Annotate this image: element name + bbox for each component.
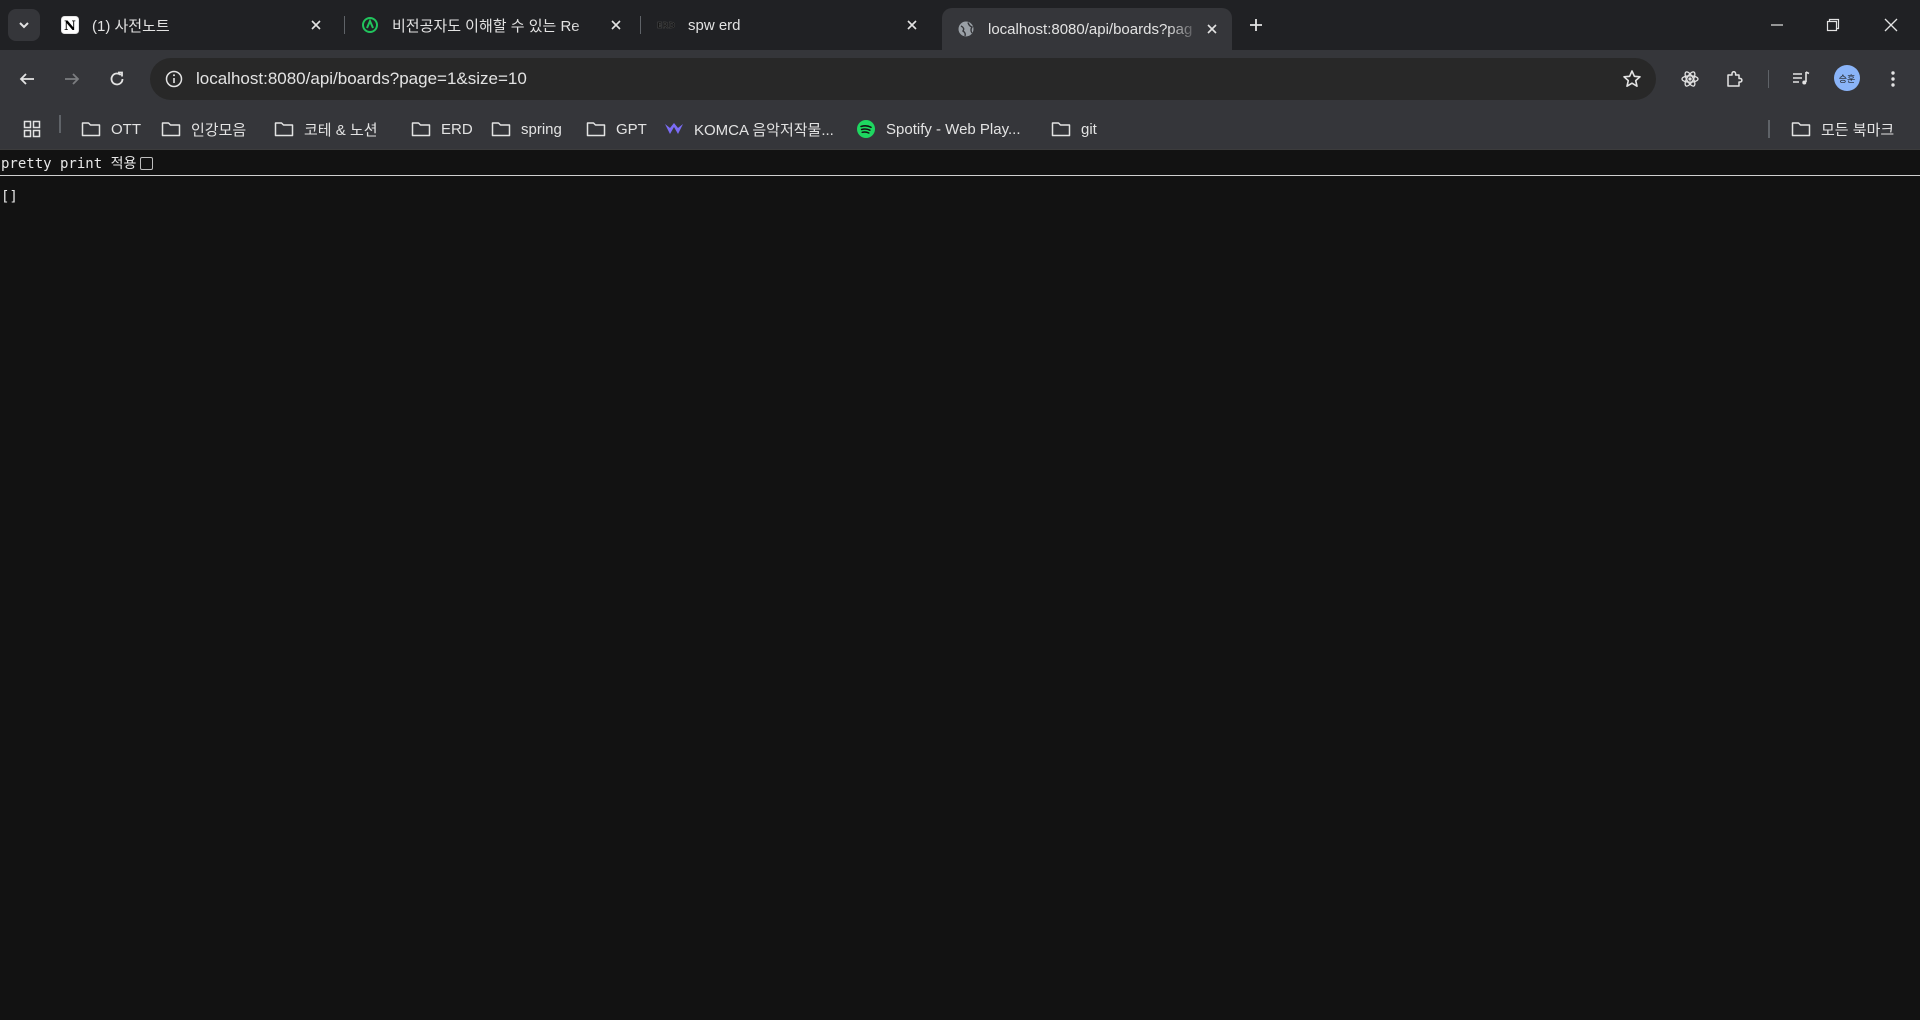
bookmark-label: GPT <box>616 120 647 138</box>
tab-spw-erd[interactable]: ERD spw erd <box>642 8 932 42</box>
toolbar: localhost:8080/api/boards?page=1&size=10… <box>0 50 1920 108</box>
tab-strip: N (1) 사전노트 비전공자도 이해할 수 있는 Re ERD spw erd <box>0 0 1920 50</box>
bookmark-label: 인강모음 <box>191 121 247 139</box>
folder-icon <box>161 119 181 139</box>
folder-icon <box>586 119 606 139</box>
tab-search-button[interactable] <box>8 9 40 41</box>
tab-separator <box>640 16 641 34</box>
window-close-button[interactable] <box>1868 0 1914 50</box>
extensions-button[interactable] <box>1719 63 1751 95</box>
tab-notion[interactable]: N (1) 사전노트 <box>46 8 336 42</box>
chevron-down-icon <box>19 22 29 29</box>
media-queue-icon <box>1793 71 1810 85</box>
bookmark-label: git <box>1081 120 1097 138</box>
tab-title: spw erd <box>688 16 741 34</box>
bookmark-folder-erd[interactable]: ERD <box>411 115 473 143</box>
reload-icon <box>110 71 124 86</box>
browser-window: N (1) 사전노트 비전공자도 이해할 수 있는 Re ERD spw erd <box>0 0 1920 1020</box>
folder-icon <box>274 119 294 139</box>
more-vertical-icon <box>1891 71 1895 87</box>
bookmark-label: Spotify - Web Play... <box>886 120 1021 138</box>
bookmark-label: 모든 북마크 <box>1821 121 1895 139</box>
bookmark-label: spring <box>521 120 562 138</box>
minimize-button[interactable] <box>1754 0 1800 50</box>
pretty-print-checkbox[interactable] <box>140 156 154 170</box>
bookmark-folder-ott[interactable]: OTT <box>81 115 141 143</box>
globe-icon <box>956 19 976 39</box>
close-icon[interactable] <box>900 13 924 37</box>
profile-avatar[interactable]: 승훈 <box>1834 65 1860 91</box>
arrow-right-icon <box>65 73 80 85</box>
address-bar[interactable]: localhost:8080/api/boards?page=1&size=10 <box>150 58 1656 100</box>
page-content: pretty print 적용 [] <box>0 151 1920 1020</box>
tab-react-article[interactable]: 비전공자도 이해할 수 있는 Re <box>346 8 636 42</box>
apps-grid-icon <box>22 119 42 139</box>
apps-button[interactable] <box>22 115 52 143</box>
restore-button[interactable] <box>1810 0 1856 50</box>
bookmark-star-icon[interactable] <box>1616 63 1648 95</box>
all-bookmarks-folder[interactable]: 모든 북마크 <box>1791 115 1894 143</box>
react-devtools-button[interactable] <box>1674 63 1706 95</box>
tab-title: 비전공자도 이해할 수 있는 Re <box>392 17 580 35</box>
close-icon[interactable] <box>604 13 628 37</box>
react-atom-icon <box>1681 71 1699 87</box>
reload-button[interactable] <box>101 63 133 95</box>
komca-icon <box>664 119 684 139</box>
new-tab-button[interactable] <box>1242 11 1270 39</box>
bookmark-label: OTT <box>111 120 141 138</box>
svg-text:ERD: ERD <box>657 21 676 30</box>
bookmark-folder-lectures[interactable]: 인강모음 <box>161 115 246 143</box>
tab-localhost-active[interactable]: localhost:8080/api/boards?pag <box>942 8 1232 50</box>
notion-icon: N <box>60 15 80 35</box>
bookmark-folder-gpt[interactable]: GPT <box>586 115 647 143</box>
pretty-print-bar: pretty print 적용 <box>0 151 1920 176</box>
erd-icon: ERD <box>656 15 676 35</box>
bookmark-separator <box>1768 120 1770 138</box>
puzzle-icon <box>1727 70 1743 87</box>
json-response-body: [] <box>1 189 18 205</box>
bookmark-folder-coding-notion[interactable]: 코테 & 노션 <box>274 115 378 143</box>
bookmark-spotify[interactable]: Spotify - Web Play... <box>856 115 1021 143</box>
restore-icon <box>1826 18 1840 32</box>
bookmark-label: KOMCA 음악저작물... <box>694 121 834 139</box>
url-text[interactable]: localhost:8080/api/boards?page=1&size=10 <box>196 69 1616 89</box>
bookmark-folder-git[interactable]: git <box>1051 115 1097 143</box>
green-logo-icon <box>360 15 380 35</box>
toolbar-divider <box>1768 70 1769 88</box>
close-icon <box>1884 18 1898 32</box>
close-icon[interactable] <box>304 13 328 37</box>
tab-separator <box>344 16 345 34</box>
minimize-icon <box>1771 24 1783 26</box>
tab-title: localhost:8080/api/boards?pag <box>988 20 1193 38</box>
back-button[interactable] <box>11 63 43 95</box>
bookmark-komca[interactable]: KOMCA 음악저작물... <box>664 115 834 143</box>
spotify-icon <box>856 119 876 139</box>
bookmark-separator <box>59 115 61 133</box>
close-icon[interactable] <box>1200 17 1224 41</box>
folder-icon <box>81 119 101 139</box>
menu-button[interactable] <box>1877 63 1909 95</box>
site-info-icon[interactable] <box>162 67 186 91</box>
media-controls-button[interactable] <box>1785 63 1817 95</box>
forward-button[interactable] <box>56 63 88 95</box>
folder-icon <box>1791 119 1811 139</box>
pretty-print-label: pretty print 적용 <box>1 156 137 172</box>
bookmark-label: 코테 & 노션 <box>304 121 378 139</box>
svg-text:N: N <box>64 19 76 34</box>
folder-icon <box>491 119 511 139</box>
bookmarks-bar: OTT 인강모음 코테 & 노션 ERD spring GPT KOMCA 음악… <box>0 108 1920 150</box>
tab-title: (1) 사전노트 <box>92 17 170 35</box>
plus-icon <box>1250 19 1262 31</box>
bookmark-label: ERD <box>441 120 473 138</box>
arrow-left-icon <box>19 73 34 85</box>
bookmark-folder-spring[interactable]: spring <box>491 115 562 143</box>
folder-icon <box>1051 119 1071 139</box>
folder-icon <box>411 119 431 139</box>
